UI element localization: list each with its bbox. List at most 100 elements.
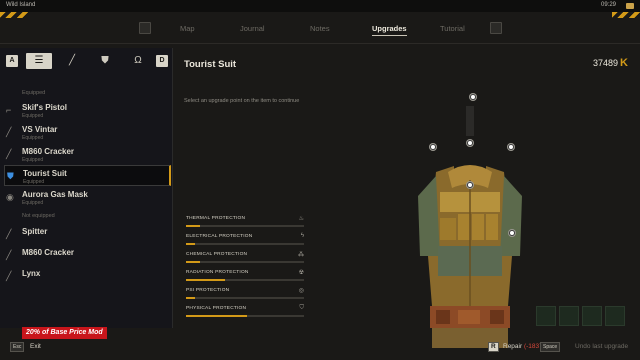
inventory-panel: A ☰ ╱ ⛊ Ω D Equipped ⌐ Skif's Pistol Equ… [0, 48, 173, 328]
list-item[interactable]: ╱ M860 Cracker [4, 245, 171, 266]
protection-bar-fill [186, 297, 196, 299]
rifle-icon: ╱ [6, 127, 12, 137]
chemical-protection: CHEMICAL PROTECTION ⁂ [186, 252, 304, 266]
tab-upgrades[interactable]: Upgrades [372, 24, 407, 36]
list-item[interactable]: ⌐ Skif's Pistol Equipped [4, 100, 171, 121]
physical-protection: PHYSICAL PROTECTION ⛉ [186, 305, 304, 320]
electric-icon: ϟ [300, 233, 304, 239]
repair-key[interactable]: R [488, 342, 499, 352]
chemical-icon: ⁂ [298, 252, 304, 258]
money-display: 37489 K [593, 57, 628, 69]
protection-bar-fill [186, 225, 201, 227]
next-category-key[interactable]: D [156, 55, 168, 67]
item-status: Equipped [22, 135, 44, 141]
protection-label: CHEMICAL PROTECTION [186, 252, 248, 257]
flame-icon: ♨ [298, 216, 304, 222]
sniper-icon: ╱ [6, 271, 12, 281]
bottom-bar: Esc Exit R Repair (-1837 K) Space Undo l… [0, 338, 640, 360]
list-item[interactable]: ╱ Lynx [4, 266, 171, 287]
next-tab-key-icon[interactable] [490, 22, 502, 34]
item-name: VS Vintar [22, 125, 58, 134]
upgrade-point[interactable] [430, 144, 436, 150]
list-icon[interactable]: ☰ [26, 53, 52, 69]
upgrade-point[interactable] [467, 182, 473, 188]
item-status: Equipped [23, 179, 45, 185]
protection-label: PHYSICAL PROTECTION [186, 306, 247, 311]
tab-journal[interactable]: Journal [240, 24, 265, 33]
protection-bar [186, 297, 304, 299]
exit-label[interactable]: Exit [30, 343, 41, 350]
undo-label[interactable]: Undo last upgrade [575, 343, 628, 350]
protection-bar-fill [186, 261, 201, 263]
item-name: Spitter [22, 227, 48, 236]
list-item[interactable]: ╱ VS Vintar Equipped [4, 122, 171, 143]
list-item-selected[interactable]: ⛊ Tourist Suit Equipped [4, 165, 171, 186]
category-bar: A ☰ ╱ ⛊ Ω D [4, 53, 170, 69]
item-name: M860 Cracker [22, 248, 75, 257]
attachment-slot[interactable] [605, 306, 625, 326]
upgrade-point[interactable] [467, 140, 473, 146]
protection-bar-fill [186, 315, 248, 317]
psi-protection: PSI PROTECTION ◎ [186, 288, 304, 302]
not-equipped-header: Not equipped [22, 213, 55, 219]
battery-icon [626, 3, 634, 9]
undo-key[interactable]: Space [540, 342, 561, 352]
protection-bar [186, 279, 304, 281]
armor-icon[interactable]: ⛊ [92, 53, 118, 69]
protection-bar-fill [186, 243, 196, 245]
protection-bar-fill [186, 279, 225, 281]
attachment-slot[interactable] [559, 306, 579, 326]
suit-icon: ⛊ [7, 171, 14, 181]
upgrade-point[interactable] [508, 144, 514, 150]
item-name: Lynx [22, 269, 41, 278]
shotgun-icon: ╱ [6, 250, 12, 260]
list-item[interactable]: ╱ M860 Cracker Equipped [4, 144, 171, 165]
currency-icon: K [620, 57, 628, 69]
pistol-icon: ⌐ [6, 105, 12, 115]
upgrade-point[interactable] [470, 94, 476, 100]
repair-label: Repair [503, 343, 523, 350]
protection-bar [186, 225, 304, 227]
item-name: Skif's Pistol [22, 103, 68, 112]
tab-notes[interactable]: Notes [310, 24, 330, 33]
radiation-protection: RADIATION PROTECTION ☢ [186, 270, 304, 284]
location-label: Wild Island [6, 2, 36, 8]
upgrade-point[interactable] [509, 230, 515, 236]
item-detail-panel: Tourist Suit 37489 K Select an upgrade po… [174, 48, 640, 348]
item-name: Tourist Suit [23, 169, 67, 178]
helmet-icon[interactable]: Ω [125, 53, 151, 69]
item-name: Aurora Gas Mask [22, 190, 88, 199]
clock-label: 09:29 [600, 2, 616, 8]
thermal-protection: THERMAL PROTECTION ♨ [186, 216, 304, 230]
psi-icon: ◎ [298, 288, 304, 294]
prev-tab-key-icon[interactable] [139, 22, 151, 34]
rifle-icon: ╱ [6, 229, 12, 239]
item-status: Equipped [22, 157, 44, 163]
attachment-slot[interactable] [582, 306, 602, 326]
item-status: Equipped [22, 113, 44, 119]
list-item[interactable]: ╱ Spitter [4, 224, 171, 245]
prev-category-key[interactable]: A [6, 55, 18, 67]
shotgun-icon: ╱ [6, 149, 12, 159]
main-nav: Map Journal Notes Upgrades Tutorial [0, 14, 640, 44]
protection-label: RADIATION PROTECTION [186, 270, 249, 275]
gasmask-icon: ◉ [6, 192, 14, 202]
shield-icon: ⛉ [299, 305, 304, 311]
protection-label: PSI PROTECTION [186, 288, 230, 293]
electrical-protection: ELECTRICAL PROTECTION ϟ [186, 233, 304, 248]
list-item[interactable]: ◉ Aurora Gas Mask Equipped [4, 187, 171, 208]
tab-tutorial[interactable]: Tutorial [440, 24, 465, 33]
status-bar: Wild Island 09:29 [0, 0, 640, 12]
attachment-slot[interactable] [536, 306, 556, 326]
money-amount: 37489 [593, 58, 619, 68]
exit-key[interactable]: Esc [10, 342, 25, 352]
upgrade-hint: Select an upgrade point on the item to c… [184, 98, 300, 104]
tab-map[interactable]: Map [180, 24, 195, 33]
rifle-icon[interactable]: ╱ [59, 53, 85, 69]
radiation-icon: ☢ [298, 270, 304, 276]
equipped-header: Equipped [22, 90, 46, 96]
protection-label: THERMAL PROTECTION [186, 216, 246, 221]
protection-bar [186, 243, 304, 245]
protection-bar [186, 261, 304, 263]
item-status: Equipped [22, 200, 44, 206]
